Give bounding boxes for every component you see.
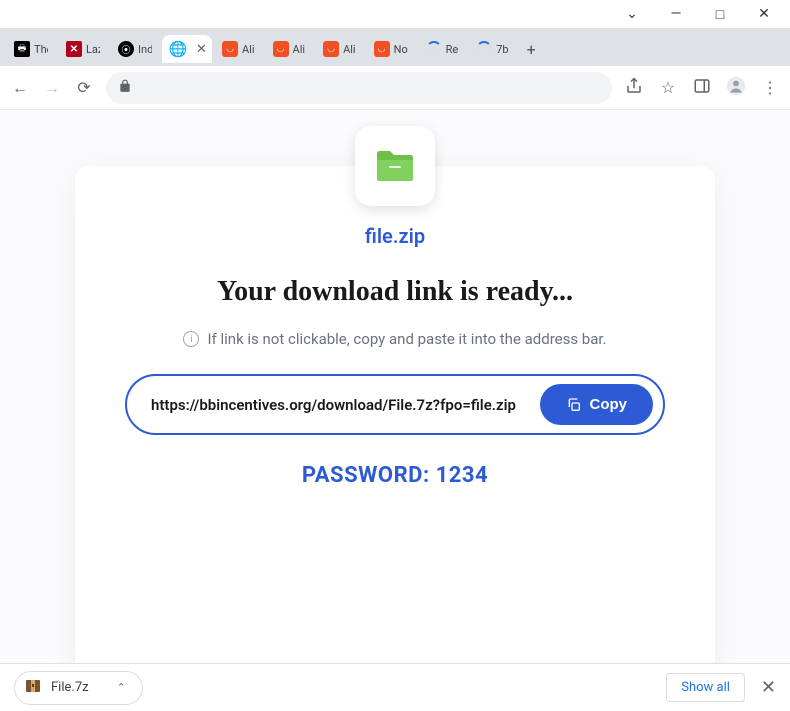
info-icon: i [183,331,199,347]
tab-1[interactable]: ✕ Laz [58,35,108,63]
printer-icon: 🖶 [14,41,30,57]
window-controls: ⌄ — □ ✕ [0,0,790,28]
browser-toolbar: ← → ⟳ ☆ ⋮ [0,66,790,110]
tab-label: Re [446,43,459,56]
tab-3-active[interactable]: 🌐 ✕ [162,35,212,63]
downloads-bar: File.7z ⌃ Show all ✕ [0,663,790,711]
forward-button[interactable]: → [42,78,62,98]
window-close-icon[interactable]: ✕ [758,8,770,20]
tab-label: The [34,43,48,56]
address-bar[interactable] [106,72,612,104]
globe-icon: 🌐 [170,41,186,57]
archive-icon [25,678,41,698]
loading-spinner-icon [476,41,492,57]
side-panel-icon[interactable] [692,77,712,99]
url-row: https://bbincentives.org/download/File.7… [125,374,665,435]
tab-2[interactable]: ⦿ Ind [110,35,160,63]
profile-icon[interactable] [726,76,746,100]
tab-label: Ali [293,43,306,56]
copy-button[interactable]: Copy [540,384,654,425]
shop-icon: ◡ [273,41,289,57]
window-maximize-icon[interactable]: □ [714,8,726,20]
close-downloads-icon[interactable]: ✕ [761,677,776,698]
back-button[interactable]: ← [10,78,30,98]
shop-icon: ◡ [374,41,390,57]
tab-6[interactable]: ◡ Ali [315,35,364,63]
tab-0[interactable]: 🖶 The [6,35,56,63]
copy-label: Copy [590,396,628,413]
tab-7[interactable]: ◡ No [366,35,416,63]
tab-label: No [394,43,408,56]
shop-icon: ◡ [222,41,238,57]
tab-9[interactable]: 7b [468,35,516,63]
reload-button[interactable]: ⟳ [74,78,94,97]
hint-text: i If link is not clickable, copy and pas… [125,330,665,348]
page-content: pcrisk.com file.zip Your download link i… [0,110,790,680]
share-icon[interactable] [624,77,644,99]
tab-label: Ind [138,43,152,56]
copy-icon [566,397,582,413]
hint-label: If link is not clickable, copy and paste… [207,330,606,348]
tab-strip: 🖶 The ✕ Laz ⦿ Ind 🌐 ✕ ◡ Ali ◡ Ali ◡ Ali … [0,28,790,66]
film-icon: ⦿ [118,41,134,57]
show-all-button[interactable]: Show all [666,673,745,702]
toolbar-right: ☆ ⋮ [624,76,780,100]
headline: Your download link is ready... [125,276,665,308]
tab-label: Ali [242,43,255,56]
tab-label: Ali [343,43,356,56]
chevron-up-icon[interactable]: ⌃ [117,681,126,694]
download-card: file.zip Your download link is ready... … [75,166,715,680]
x-icon: ✕ [66,41,82,57]
menu-icon[interactable]: ⋮ [760,78,780,97]
tab-label: Laz [86,43,100,56]
shop-icon: ◡ [323,41,339,57]
filename: file.zip [125,224,665,248]
download-filename: File.7z [51,680,89,695]
password-text: PASSWORD: 1234 [125,463,665,488]
lock-icon [118,79,132,97]
tab-8[interactable]: Re [418,35,467,63]
tab-4[interactable]: ◡ Ali [214,35,263,63]
tab-5[interactable]: ◡ Ali [265,35,314,63]
download-url[interactable]: https://bbincentives.org/download/File.7… [151,396,528,414]
bookmark-star-icon[interactable]: ☆ [658,78,678,97]
window-minimize-icon[interactable]: — [670,8,682,20]
folder-icon [355,126,435,206]
window-dropdown-icon[interactable]: ⌄ [626,8,638,20]
loading-spinner-icon [426,41,442,57]
tab-label: 7b [496,43,508,56]
close-tab-icon[interactable]: ✕ [196,42,207,57]
new-tab-button[interactable]: + [519,36,544,63]
download-item[interactable]: File.7z ⌃ [14,671,143,705]
